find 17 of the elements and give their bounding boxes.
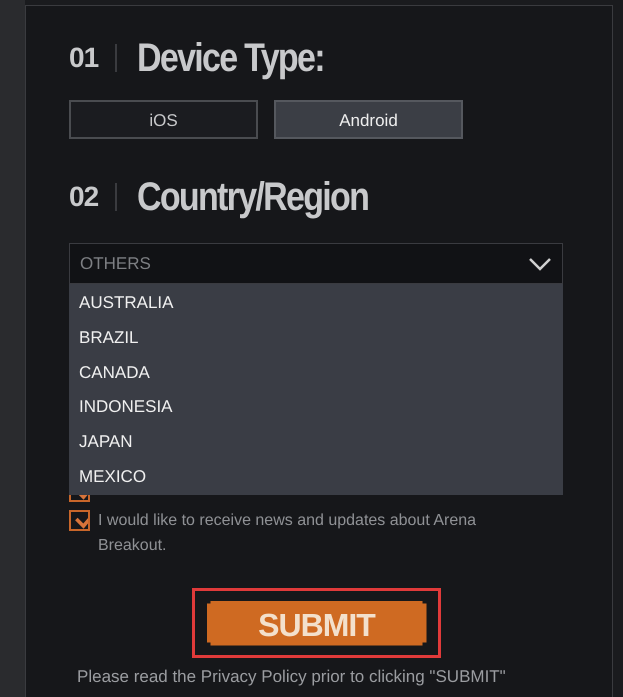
section-title: Device Type: [137,35,324,82]
section-number: 02 [69,180,100,214]
dropdown-option[interactable]: MEXICO [69,460,563,495]
select-value: OTHERS [80,252,151,275]
device-option-button[interactable]: Android [274,100,463,139]
checkbox-label: I would like to receive news and updates about Arena Breakout. [98,511,478,556]
checkbox[interactable] [69,510,90,531]
footer-note: Please read the Privacy Policy prior to clicking "SUBMIT" [77,666,507,688]
device-option-button[interactable]: iOS [69,100,258,139]
region-select[interactable]: OTHERS [69,243,563,284]
dropdown-option[interactable]: AUSTRALIA [69,286,563,321]
dropdown-option[interactable]: JAPAN [69,425,563,460]
dropdown-option[interactable]: CANADA [69,356,563,390]
section-title: Country/Region [137,174,368,221]
section-number: 01 [69,41,100,75]
dropdown-option[interactable]: BRAZIL [69,320,563,356]
dropdown-option[interactable]: INDONESIA [69,390,563,426]
